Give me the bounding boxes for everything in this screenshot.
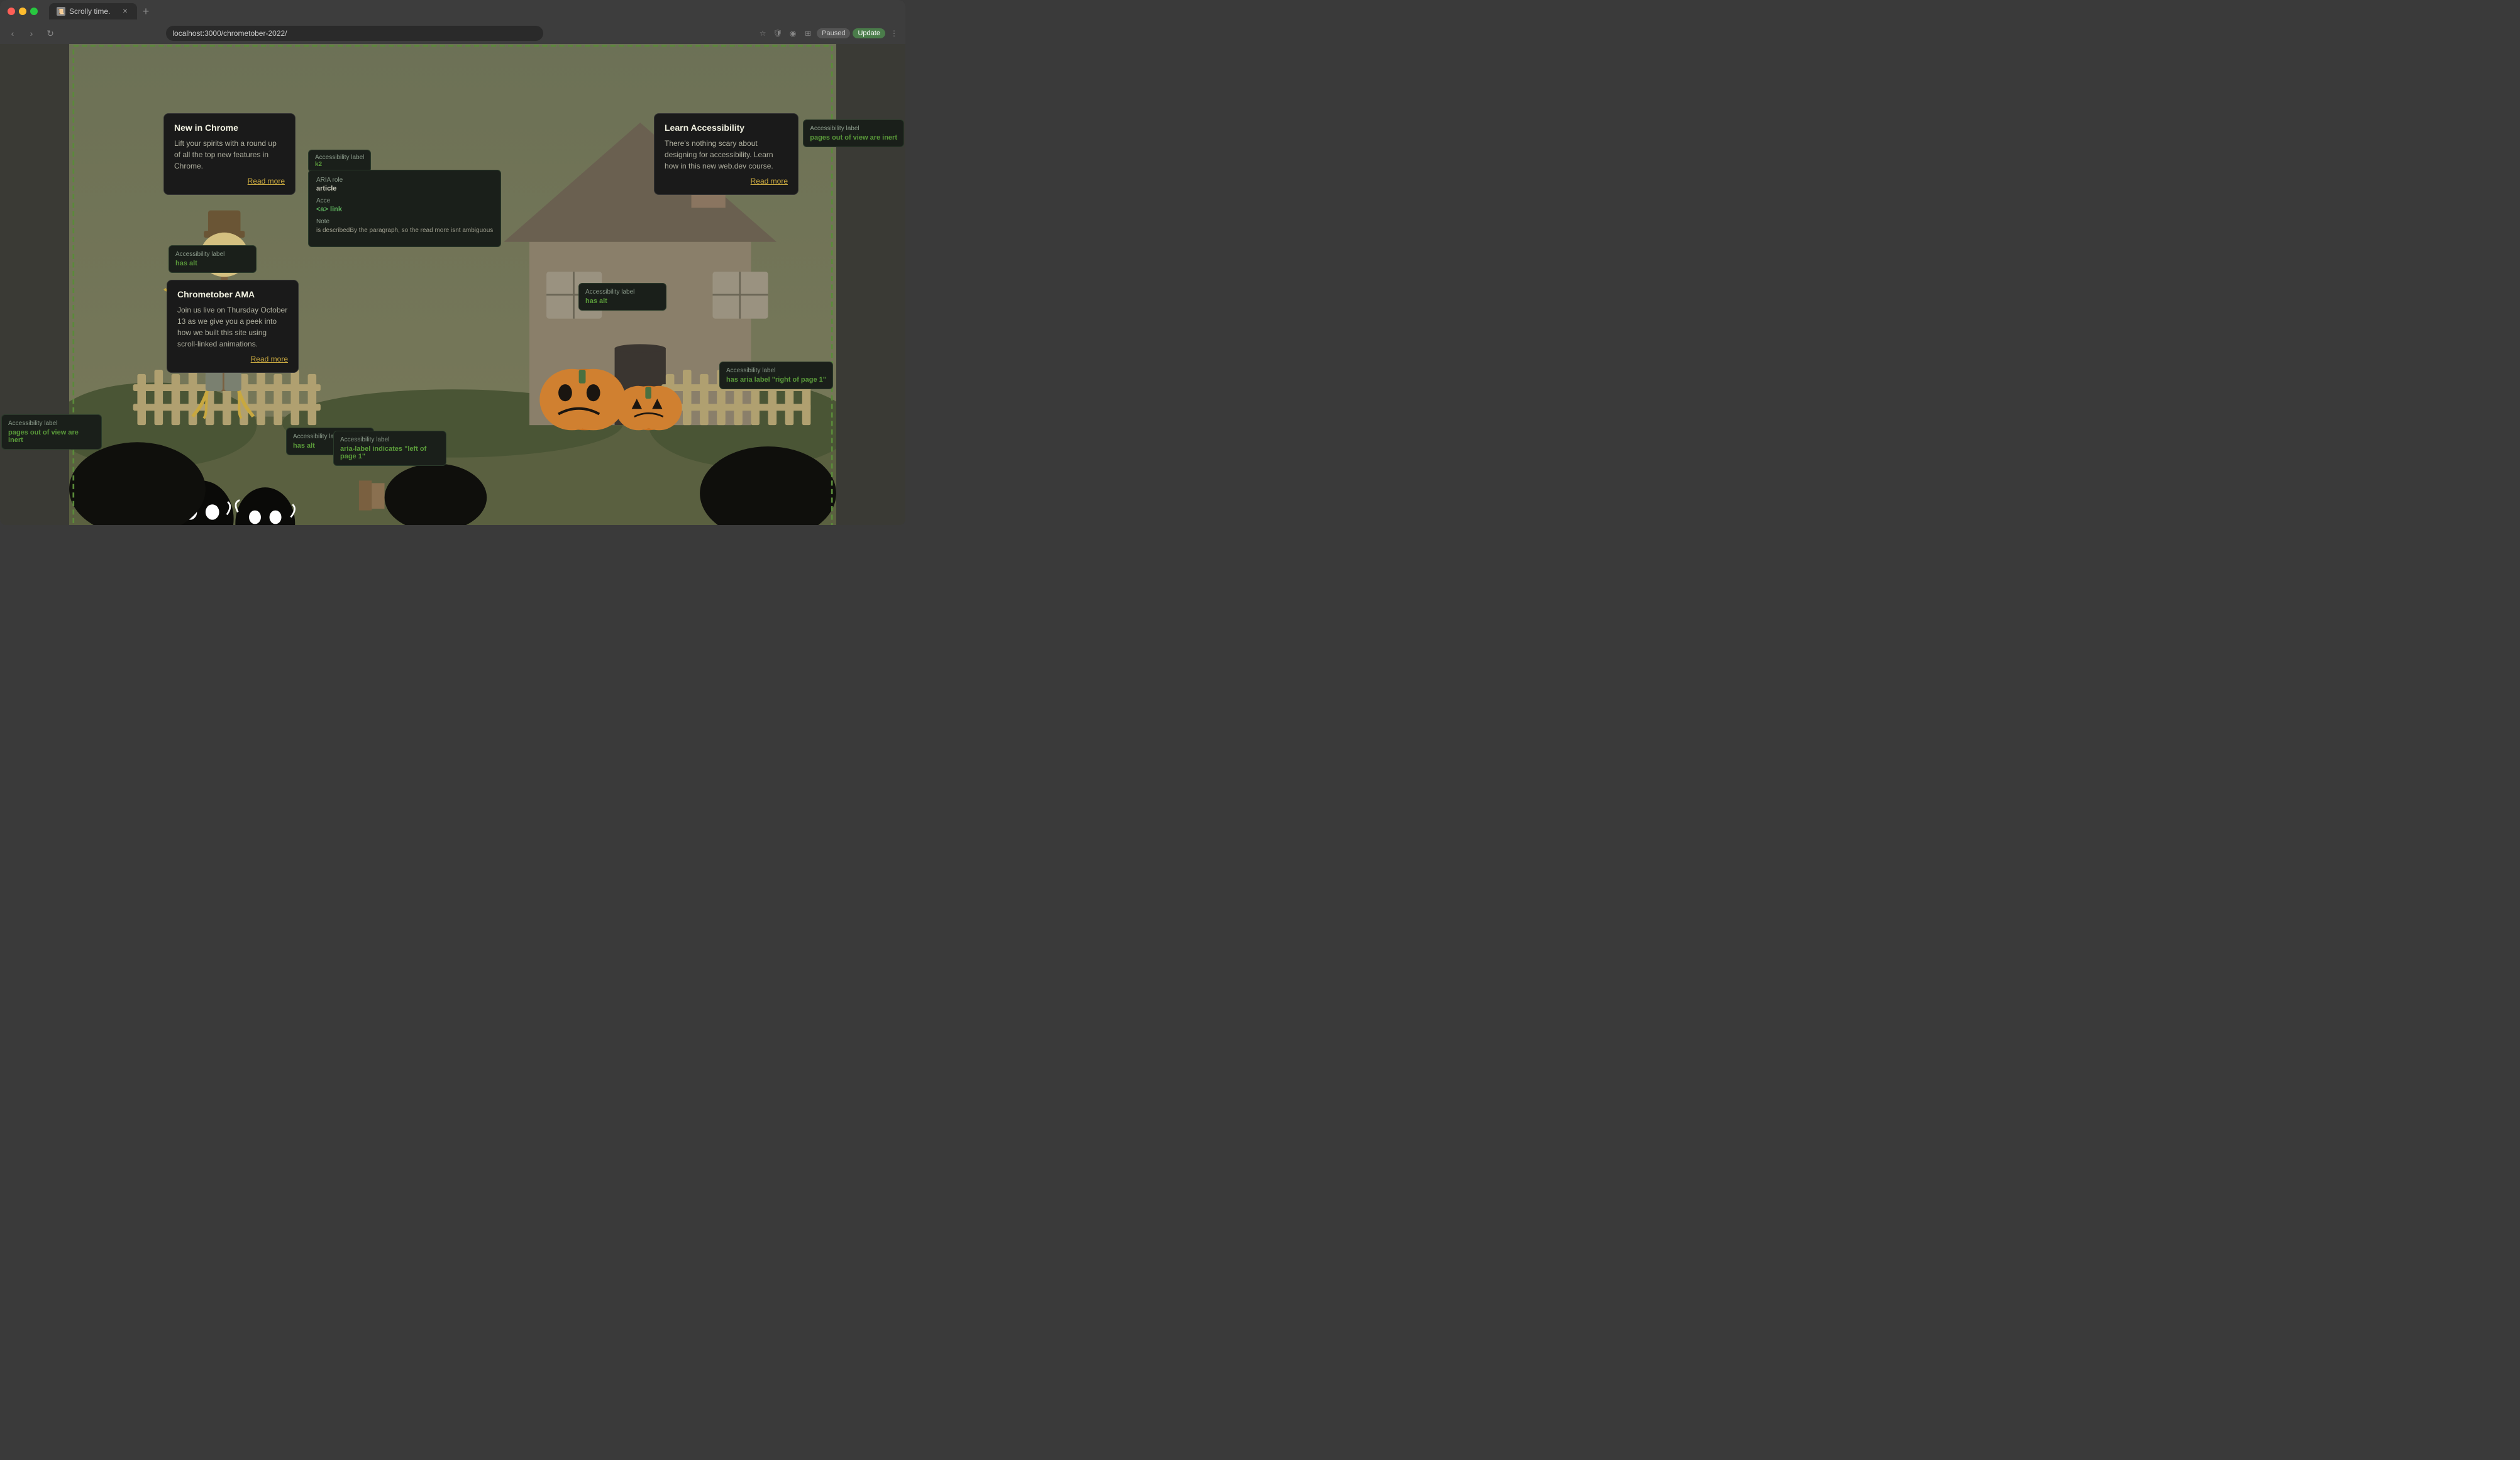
learn-accessibility-card: Learn Accessibility There's nothing scar… [654, 113, 799, 195]
a11y-aria-left-label: Accessibility label [340, 436, 439, 443]
tab-title: Scrolly time. [69, 7, 110, 16]
a11y-aria-right-tooltip: Accessibility label has aria label "righ… [719, 362, 833, 389]
new-in-chrome-body: Lift your spirits with a round up of all… [174, 138, 285, 172]
a11y-left-panel-tooltip: Accessibility label pages out of view ar… [1, 414, 102, 450]
a11y-left-panel-label: Accessibility label [8, 420, 95, 427]
acce-small-tooltip: Accessibility label k2 [308, 150, 371, 172]
a11y-left-panel-value: pages out of view are inert [8, 429, 95, 444]
aria-role-row: ARIA role article [316, 177, 493, 192]
new-in-chrome-read-more[interactable]: Read more [174, 177, 285, 185]
aria-role-label: ARIA role [316, 177, 493, 184]
chrometober-ama-title: Chrometober AMA [177, 289, 288, 299]
update-button[interactable]: Update [853, 28, 885, 38]
learn-accessibility-read-more[interactable]: Read more [665, 177, 788, 185]
a11y-aria-right-label: Accessibility label [726, 367, 826, 374]
profile-icon[interactable]: ◉ [787, 27, 799, 40]
back-button[interactable]: ‹ [5, 26, 20, 41]
close-button[interactable] [8, 8, 15, 15]
a11y-right-panel-label: Accessibility label [810, 125, 897, 132]
shield-icon[interactable]: 🛡 [771, 27, 784, 40]
note-text: is describedBy the paragraph, so the rea… [316, 226, 493, 235]
active-tab[interactable]: 📜 Scrolly time. ✕ [49, 3, 137, 19]
address-bar-row: ‹ › ↻ localhost:3000/chrometober-2022/ ☆… [0, 23, 905, 44]
learn-accessibility-title: Learn Accessibility [665, 123, 788, 133]
aria-popup: ARIA role article Acce <a> link Note is … [308, 170, 501, 247]
a11y-scarecrow-tooltip: Accessibility label has alt [169, 245, 257, 273]
new-in-chrome-title: New in Chrome [174, 123, 285, 133]
tab-bar: 📜 Scrolly time. ✕ + [49, 3, 898, 20]
traffic-lights [8, 8, 38, 15]
acce-row: Acce <a> link [316, 197, 493, 213]
forward-button[interactable]: › [24, 26, 39, 41]
maximize-button[interactable] [30, 8, 38, 15]
acce-small-label: Accessibility label [315, 154, 364, 161]
minimize-button[interactable] [19, 8, 26, 15]
url-bar[interactable]: localhost:3000/chrometober-2022/ [166, 26, 543, 41]
a11y-scarecrow-label: Accessibility label [175, 251, 250, 258]
url-text: localhost:3000/chrometober-2022/ [172, 29, 287, 38]
paused-button[interactable]: Paused [817, 28, 850, 38]
side-overlay-right [836, 44, 905, 525]
content-area: New in Chrome Lift your spirits with a r… [0, 44, 905, 525]
a11y-scarecrow-value: has alt [175, 260, 250, 267]
puzzle-icon[interactable]: ⊞ [802, 27, 814, 40]
bookmark-icon[interactable]: ☆ [756, 27, 769, 40]
tab-favicon: 📜 [57, 7, 65, 16]
chrometober-ama-body: Join us live on Thursday October 13 as w… [177, 304, 288, 350]
a11y-pumpkin-tooltip: Accessibility label has alt [578, 283, 666, 311]
a11y-right-panel-tooltip: Accessibility label pages out of view ar… [803, 119, 904, 147]
browser-window: 📜 Scrolly time. ✕ + ‹ › ↻ localhost:3000… [0, 0, 905, 525]
new-in-chrome-card: New in Chrome Lift your spirits with a r… [163, 113, 296, 195]
learn-accessibility-body: There's nothing scary about designing fo… [665, 138, 788, 172]
acce-label: Acce [316, 197, 493, 204]
new-tab-button[interactable]: + [137, 3, 155, 20]
tab-close-button[interactable]: ✕ [121, 7, 130, 16]
a11y-pumpkin-label: Accessibility label [585, 289, 660, 296]
aria-role-value: article [316, 185, 493, 192]
title-bar: 📜 Scrolly time. ✕ + [0, 0, 905, 23]
a11y-pumpkin-value: has alt [585, 297, 660, 305]
a11y-aria-left-tooltip: Accessibility label aria-label indicates… [333, 431, 446, 466]
side-overlay-left [0, 44, 69, 525]
note-label: Note [316, 218, 493, 225]
acce-small-value: k2 [315, 161, 322, 168]
toolbar-icons: ☆ 🛡 ◉ ⊞ Paused Update ⋮ [756, 27, 900, 40]
scene: New in Chrome Lift your spirits with a r… [69, 44, 836, 525]
chrometober-ama-card: Chrometober AMA Join us live on Thursday… [167, 280, 299, 373]
a11y-aria-right-value: has aria label "right of page 1" [726, 376, 826, 384]
a11y-aria-left-value: aria-label indicates "left of page 1" [340, 445, 439, 460]
note-row: Note is describedBy the paragraph, so th… [316, 218, 493, 235]
acce-value: <a> link [316, 206, 493, 213]
chrometober-ama-read-more[interactable]: Read more [177, 355, 288, 363]
menu-icon[interactable]: ⋮ [888, 27, 900, 40]
a11y-right-panel-value: pages out of view are inert [810, 134, 897, 141]
reload-button[interactable]: ↻ [43, 26, 58, 41]
